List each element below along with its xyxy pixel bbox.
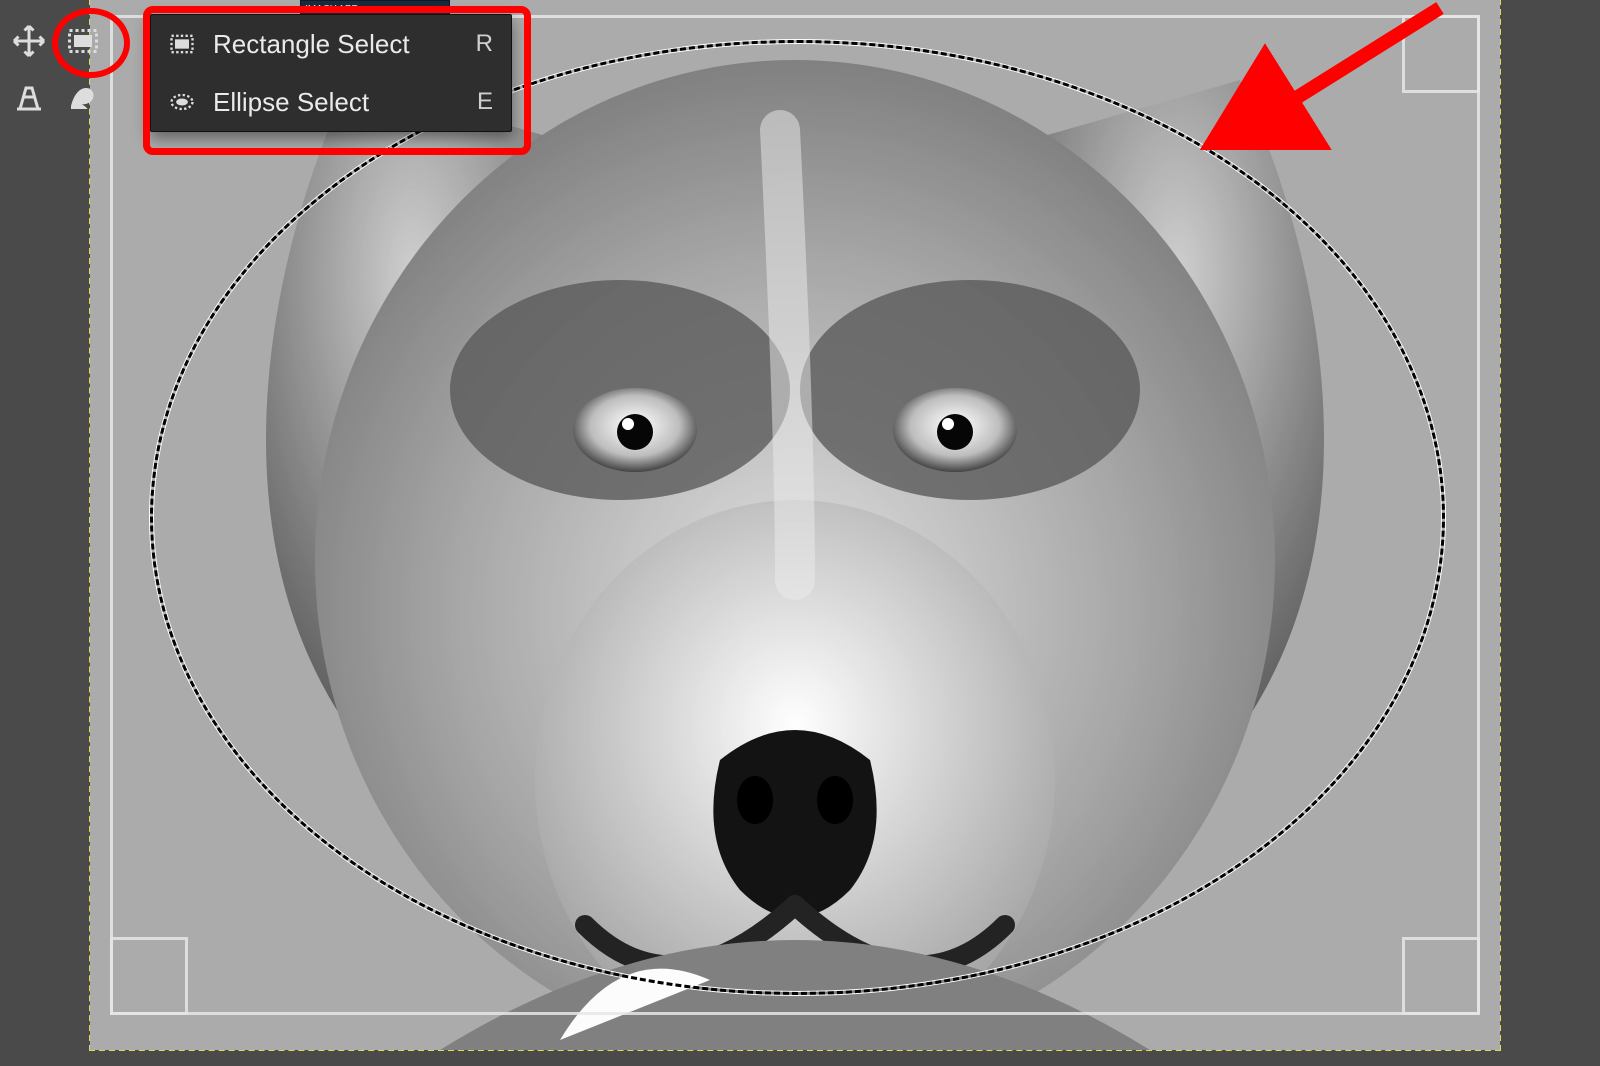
- canvas[interactable]: [90, 0, 1500, 1050]
- perspective-tool[interactable]: [4, 72, 54, 122]
- selection-tool-submenu: Rectangle Select R Ellipse Select E: [150, 14, 512, 132]
- menu-item-shortcut: R: [476, 30, 493, 58]
- warp-tool[interactable]: [58, 72, 108, 122]
- menu-item-label: Ellipse Select: [213, 87, 463, 118]
- rectangle-select-icon: [165, 30, 199, 58]
- menu-item-ellipse-select[interactable]: Ellipse Select E: [151, 73, 511, 131]
- menu-item-label: Rectangle Select: [213, 29, 462, 60]
- menu-item-shortcut: E: [477, 88, 493, 116]
- move-tool[interactable]: [4, 16, 54, 66]
- toolbox: [0, 10, 128, 128]
- menu-item-rectangle-select[interactable]: Rectangle Select R: [151, 15, 511, 73]
- document-tab-title: IMACY.APP: [305, 4, 358, 15]
- rectangle-select-tool[interactable]: [58, 16, 108, 66]
- ellipse-select-icon: [165, 88, 199, 116]
- canvas-image: [90, 0, 1500, 1050]
